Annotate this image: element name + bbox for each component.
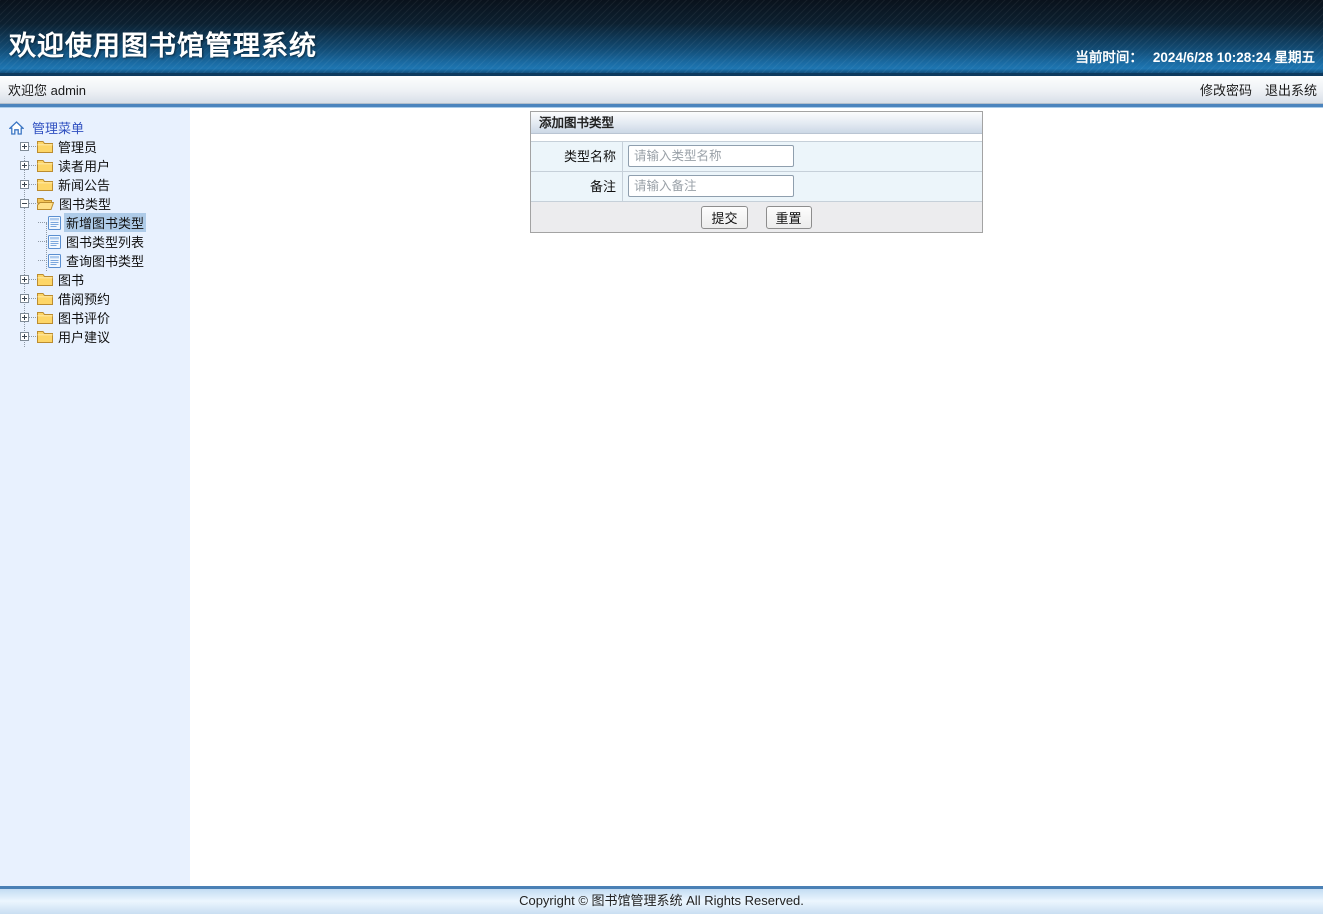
- sidebar-item-book-reviews[interactable]: 图书评价: [8, 308, 190, 327]
- sidebar-item-label[interactable]: 读者用户: [56, 156, 112, 175]
- welcome-text: 欢迎您 admin: [8, 83, 87, 98]
- tree-dots: [29, 336, 36, 337]
- remark-label: 备注: [531, 172, 623, 201]
- expand-toggle-icon[interactable]: [20, 275, 29, 284]
- type-name-input[interactable]: [628, 145, 794, 167]
- body: 管理菜单 管理员 读者用户 新闻公告 图书类型 新增图书类型 图书类型列表 查询…: [0, 108, 1323, 886]
- change-password-link[interactable]: 修改密码: [1200, 80, 1252, 99]
- tree-dots: [29, 146, 36, 147]
- sidebar-item-readers[interactable]: 读者用户: [8, 156, 190, 175]
- page: 欢迎使用图书馆管理系统 当前时间： 2024/6/28 10:28:24 星期五 …: [0, 0, 1323, 914]
- form-spacer: [531, 134, 982, 141]
- app-header: 欢迎使用图书馆管理系统 当前时间： 2024/6/28 10:28:24 星期五: [0, 0, 1323, 76]
- type-name-label: 类型名称: [531, 142, 623, 171]
- tree-dots: [29, 279, 36, 280]
- logout-link[interactable]: 退出系统: [1265, 80, 1317, 99]
- folder-icon: [37, 178, 53, 191]
- tree-dots: [29, 298, 36, 299]
- expand-toggle-icon[interactable]: [20, 313, 29, 322]
- tree-dots: [38, 222, 47, 223]
- current-time-value: 2024/6/28 10:28:24 星期五: [1152, 50, 1315, 65]
- current-time-label: 当前时间：: [1075, 50, 1143, 65]
- expand-toggle-icon[interactable]: [20, 294, 29, 303]
- expand-toggle-icon[interactable]: [20, 142, 29, 151]
- folder-icon: [37, 159, 53, 172]
- sidebar-item-label[interactable]: 图书类型: [57, 194, 113, 213]
- folder-icon: [37, 292, 53, 305]
- document-icon: [48, 234, 61, 249]
- sidebar-item-label[interactable]: 借阅预约: [56, 289, 112, 308]
- sidebar-item-label[interactable]: 图书类型列表: [64, 232, 146, 251]
- tree-dots: [38, 260, 47, 261]
- form-row-type-name: 类型名称: [531, 141, 982, 171]
- sidebar-item-borrow-reserve[interactable]: 借阅预约: [8, 289, 190, 308]
- folder-icon: [37, 140, 53, 153]
- folder-icon: [37, 311, 53, 324]
- submit-button[interactable]: 提交: [701, 205, 748, 229]
- sidebar-item-admins[interactable]: 管理员: [8, 137, 190, 156]
- main-content: 添加图书类型 类型名称 备注 提交 重置: [190, 108, 1323, 886]
- menu-tree: 管理菜单 管理员 读者用户 新闻公告 图书类型 新增图书类型 图书类型列表 查询…: [8, 118, 190, 347]
- sidebar-item-books[interactable]: 图书: [8, 270, 190, 289]
- document-icon: [48, 215, 61, 230]
- sidebar-item-user-suggestions[interactable]: 用户建议: [8, 327, 190, 346]
- document-icon: [48, 253, 61, 268]
- sidebar-item-book-type-list[interactable]: 图书类型列表: [8, 232, 190, 251]
- sidebar-item-label[interactable]: 图书评价: [56, 308, 112, 327]
- folder-icon: [37, 330, 53, 343]
- reset-button[interactable]: 重置: [765, 205, 812, 229]
- sidebar: 管理菜单 管理员 读者用户 新闻公告 图书类型 新增图书类型 图书类型列表 查询…: [0, 108, 190, 886]
- tree-dots: [38, 241, 47, 242]
- footer: Copyright © 图书馆管理系统 All Rights Reserved.: [0, 886, 1323, 914]
- remark-cell: [623, 172, 982, 201]
- tree-dots: [29, 184, 36, 185]
- sidebar-item-label[interactable]: 查询图书类型: [64, 251, 146, 270]
- tree-dots: [29, 165, 36, 166]
- folder-icon: [37, 273, 53, 286]
- sidebar-item-news[interactable]: 新闻公告: [8, 175, 190, 194]
- sidebar-item-label[interactable]: 图书: [56, 270, 86, 289]
- home-icon: [9, 120, 24, 135]
- copyright-text: Copyright © 图书馆管理系统 All Rights Reserved.: [519, 893, 804, 908]
- sidebar-item-add-book-type[interactable]: 新增图书类型: [8, 213, 190, 232]
- remark-input[interactable]: [628, 175, 794, 197]
- app-title: 欢迎使用图书馆管理系统: [9, 31, 317, 61]
- sidebar-item-book-types[interactable]: 图书类型: [8, 194, 190, 213]
- welcome-bar-actions: 修改密码 退出系统: [1200, 80, 1323, 99]
- sidebar-item-label[interactable]: 管理员: [56, 137, 99, 156]
- expand-toggle-icon[interactable]: [20, 180, 29, 189]
- current-time: 当前时间： 2024/6/28 10:28:24 星期五: [1075, 46, 1315, 66]
- add-book-type-form: 添加图书类型 类型名称 备注 提交 重置: [530, 111, 983, 233]
- sidebar-item-label[interactable]: 新闻公告: [56, 175, 112, 194]
- collapse-toggle-icon[interactable]: [20, 199, 29, 208]
- expand-toggle-icon[interactable]: [20, 161, 29, 170]
- expand-toggle-icon[interactable]: [20, 332, 29, 341]
- form-title: 添加图书类型: [531, 112, 982, 134]
- open-folder-icon: [37, 197, 54, 210]
- tree-dots: [29, 203, 36, 204]
- form-actions: 提交 重置: [531, 201, 982, 232]
- tree-root-label[interactable]: 管理菜单: [30, 118, 86, 137]
- type-name-cell: [623, 142, 982, 171]
- sidebar-item-search-book-type[interactable]: 查询图书类型: [8, 251, 190, 270]
- welcome-bar: 欢迎您 admin 修改密码 退出系统: [0, 76, 1323, 104]
- sidebar-item-label[interactable]: 用户建议: [56, 327, 112, 346]
- tree-dots: [29, 317, 36, 318]
- sidebar-item-label[interactable]: 新增图书类型: [64, 213, 147, 232]
- form-row-remark: 备注: [531, 171, 982, 201]
- tree-root-menu[interactable]: 管理菜单: [8, 118, 190, 137]
